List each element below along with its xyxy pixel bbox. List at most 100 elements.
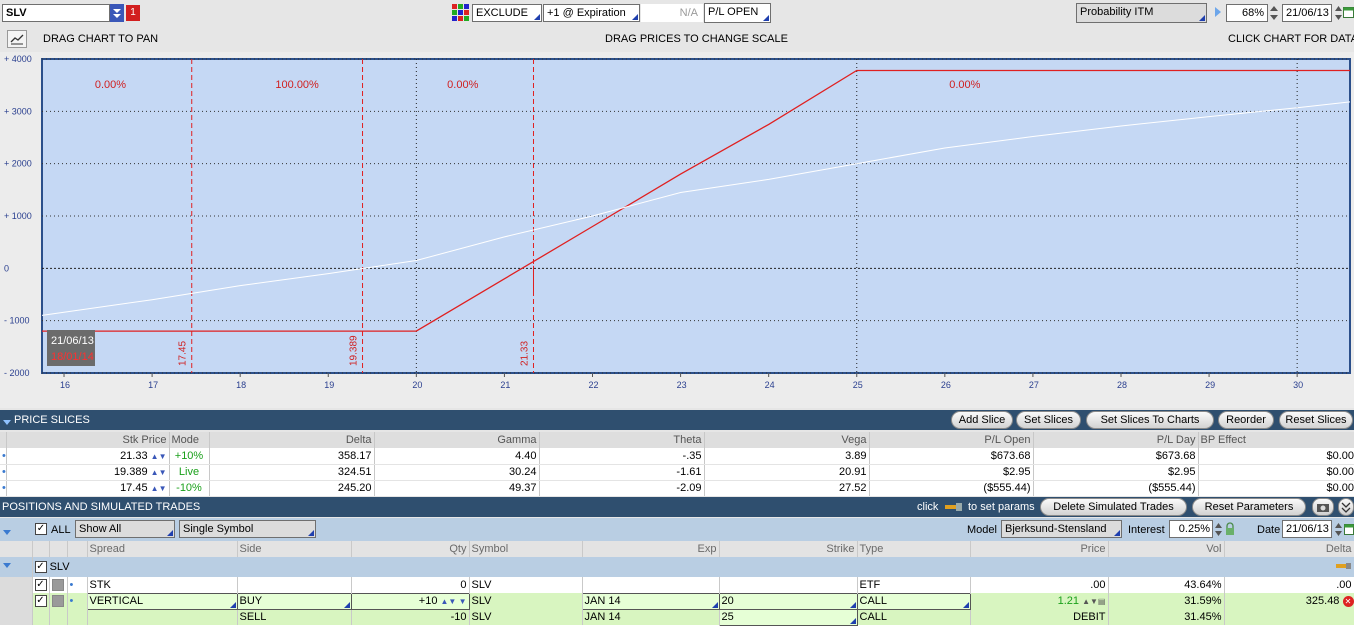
chart-style-icon[interactable] [7, 30, 27, 48]
spread-cell: STK [87, 577, 238, 593]
delta-cell: .00 [1224, 577, 1354, 593]
col-gamma[interactable]: Gamma [374, 432, 540, 448]
expiration-dropdown[interactable]: +1 @ Expiration [543, 4, 640, 22]
link-group-flag[interactable]: 1 [126, 5, 140, 21]
price-cell: .00 [970, 577, 1109, 593]
qty-cell[interactable]: +10 ▲▼ ▼ [350, 592, 470, 610]
exp-cell[interactable]: JAN 14 [581, 592, 720, 610]
side-cell[interactable]: BUY [236, 592, 352, 610]
group-collapse-icon[interactable] [0, 557, 33, 577]
set-slices-to-charts-button[interactable]: Set Slices To Charts [1086, 411, 1214, 429]
col-stk-price[interactable]: Stk Price [6, 432, 170, 448]
col-spread[interactable]: Spread [87, 541, 238, 557]
show-all-dropdown[interactable]: Show All [75, 520, 175, 538]
positions-date-stepper-icon[interactable] [1334, 521, 1343, 541]
symbol-dropdown-icon[interactable] [110, 4, 124, 22]
positions-calendar-icon[interactable] [1344, 522, 1354, 539]
exclude-dropdown[interactable]: EXCLUDE [472, 4, 542, 22]
set-slices-button[interactable]: Set Slices [1016, 411, 1081, 429]
risk-profile-svg[interactable]: + 4000 + 3000 + 2000 + 1000 0 - 1000 - 2000 16 1… [0, 52, 1354, 408]
slice-row[interactable]: • 17.45 ▲▼ -10% 245.20 49.37 -2.09 27.52… [0, 480, 1354, 496]
probability-dropdown[interactable]: Probability ITM [1076, 3, 1207, 23]
model-dropdown[interactable]: Bjerksund-Stensland [1001, 520, 1122, 538]
symbol-group-row[interactable]: ✓ SLV [0, 557, 1354, 577]
col-strike[interactable]: Strike [719, 541, 858, 557]
reset-slices-button[interactable]: Reset Slices [1279, 411, 1353, 429]
row-toggle[interactable] [49, 577, 68, 593]
type-cell[interactable]: CALL [856, 592, 971, 610]
col-pl-day[interactable]: P/L Day [1033, 432, 1199, 448]
col-mode[interactable]: Mode [169, 432, 210, 448]
col-symbol[interactable]: Symbol [469, 541, 583, 557]
col-price[interactable]: Price [970, 541, 1109, 557]
price-cell[interactable]: 1.21 ▲▼▤ [970, 593, 1109, 609]
positions-date-input[interactable]: 21/06/13 [1282, 520, 1332, 538]
probability-stepper-icon[interactable] [1269, 4, 1279, 22]
row-checkbox[interactable]: ✓ [32, 593, 50, 609]
date-badge-expiry: 18/01/14 [51, 351, 94, 363]
symbol-input[interactable]: SLV [2, 4, 110, 22]
col-type[interactable]: Type [857, 541, 971, 557]
qty-cell: -10 [351, 609, 470, 625]
date-badge-current: 21/06/13 [51, 335, 94, 347]
col-pl-open[interactable]: P/L Open [869, 432, 1034, 448]
all-label: ALL [51, 524, 71, 536]
delete-simulated-trades-button[interactable]: Delete Simulated Trades [1040, 498, 1187, 516]
collapse-positions-icon[interactable] [3, 527, 11, 539]
play-icon[interactable] [1214, 6, 1222, 21]
slice-gamma: 4.40 [374, 448, 540, 465]
date-stepper-icon[interactable] [1334, 4, 1343, 22]
color-grid-icon[interactable] [451, 3, 471, 23]
slice-mode: +10% [169, 448, 210, 465]
position-row[interactable]: SELL -10 SLV JAN 14 25 CALL DEBIT 31.45% [0, 608, 1354, 626]
date-field[interactable]: 21/06/13 [1282, 4, 1332, 22]
col-delta[interactable]: Delta [209, 432, 375, 448]
probability-value[interactable]: 68% [1226, 4, 1268, 22]
risk-profile-chart[interactable]: + 4000 + 3000 + 2000 + 1000 0 - 1000 - 2000 16 1… [0, 52, 1354, 408]
pl-mode-dropdown[interactable]: P/L OPEN [704, 3, 771, 23]
slice-bp-effect: $0.00 [1198, 480, 1354, 496]
camera-icon[interactable] [1312, 498, 1334, 516]
row-checkbox[interactable]: ✓ [32, 577, 50, 593]
slice-stk-price[interactable]: 19.389 ▲▼ [6, 464, 170, 481]
wrench-icon[interactable] [945, 501, 963, 516]
col-vega[interactable]: Vega [704, 432, 870, 448]
set-params-label: to set params [968, 501, 1035, 513]
slice-stk-price[interactable]: 21.33 ▲▼ [6, 448, 170, 465]
interest-stepper-icon[interactable] [1214, 521, 1223, 541]
single-symbol-dropdown[interactable]: Single Symbol [179, 520, 316, 538]
slice-row[interactable]: • 19.389 ▲▼ Live 324.51 30.24 -1.61 20.9… [0, 464, 1354, 481]
x-tick-label: 25 [853, 380, 863, 390]
spread-cell[interactable]: VERTICAL [86, 592, 238, 610]
collapse-price-slices-icon[interactable] [3, 417, 11, 429]
slice-vega: 3.89 [704, 448, 870, 465]
col-exp[interactable]: Exp [582, 541, 720, 557]
slice-stk-price[interactable]: 17.45 ▲▼ [6, 480, 170, 496]
position-row[interactable]: ✓ • STK 0 SLV ETF .00 43.64% .00 [0, 577, 1354, 593]
col-side[interactable]: Side [237, 541, 352, 557]
strike-cell[interactable]: 25 [718, 608, 858, 626]
calendar-icon[interactable] [1343, 5, 1354, 19]
collapse-all-icon[interactable] [1338, 498, 1354, 516]
lock-icon[interactable] [1225, 522, 1235, 539]
all-checkbox[interactable]: ✓ [35, 523, 47, 536]
col-theta[interactable]: Theta [539, 432, 705, 448]
col-qty[interactable]: Qty [351, 541, 470, 557]
add-slice-button[interactable]: Add Slice [951, 411, 1013, 429]
remove-row-icon[interactable]: ✕ [1342, 595, 1354, 607]
slice-row[interactable]: • 21.33 ▲▼ +10% 358.17 4.40 -.35 3.89 $6… [0, 448, 1354, 465]
group-checkbox[interactable]: ✓ [34, 561, 47, 574]
qty-cell: 0 [351, 577, 470, 593]
col-bp-effect[interactable]: BP Effect [1198, 432, 1354, 448]
reorder-button[interactable]: Reorder [1218, 411, 1274, 429]
col-delta[interactable]: Delta [1224, 541, 1354, 557]
row-toggle[interactable] [49, 593, 68, 609]
interest-input[interactable]: 0.25% [1169, 520, 1213, 538]
col-vol[interactable]: Vol [1108, 541, 1225, 557]
position-row[interactable]: ✓ • VERTICAL BUY +10 ▲▼ ▼ SLV JAN 14 20 … [0, 592, 1354, 610]
group-pencil-icon[interactable] [1224, 557, 1354, 577]
strike-cell[interactable]: 20 [718, 592, 858, 610]
date-label: Date [1257, 524, 1281, 536]
reset-parameters-button[interactable]: Reset Parameters [1192, 498, 1306, 516]
x-tick-label: 23 [677, 380, 687, 390]
